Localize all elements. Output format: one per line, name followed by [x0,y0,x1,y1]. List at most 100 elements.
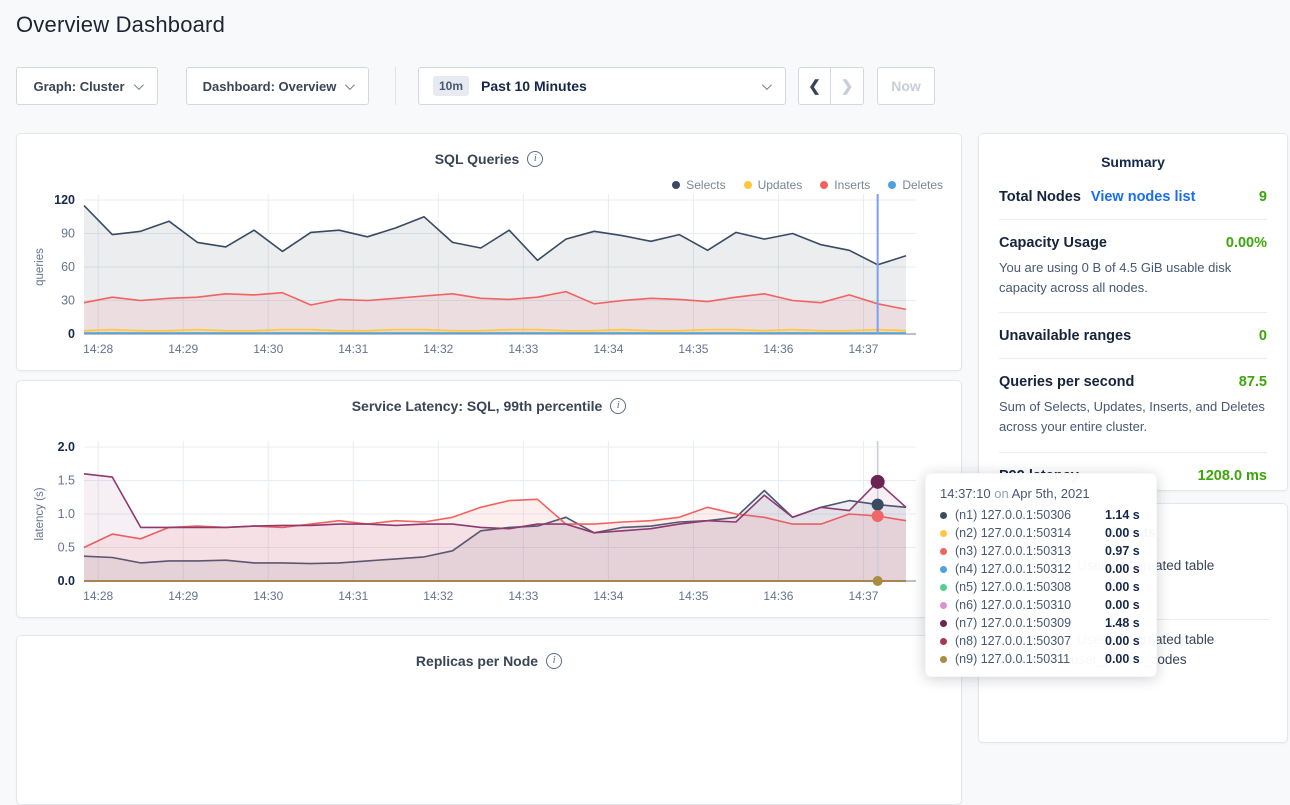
summary-row-total-nodes: Total Nodes View nodes list 9 [999,174,1267,220]
dashboard-dropdown-label: Dashboard: Overview [203,79,337,94]
svg-text:2.0: 2.0 [58,440,75,454]
dashboard-dropdown[interactable]: Dashboard: Overview [186,67,369,105]
tooltip-node-row: (n8) 127.0.0.1:503070.00 s [940,632,1142,650]
summary-title: Summary [979,134,1287,170]
svg-text:120: 120 [54,193,75,207]
toolbar-divider [395,67,396,105]
tooltip-date: Apr 5th, 2021 [1012,486,1090,501]
svg-text:1.0: 1.0 [58,507,75,521]
svg-text:14:33: 14:33 [508,342,538,356]
node-color-dot-icon [940,566,947,573]
qps-value: 87.5 [1239,374,1267,390]
node-color-dot-icon [940,620,947,627]
node-color-dot-icon [940,656,947,663]
time-range-selector[interactable]: 10m Past 10 Minutes [418,67,786,105]
svg-text:14:30: 14:30 [253,342,283,356]
time-forward-button: ❯ [831,67,864,105]
tooltip-node-address: (n9) 127.0.0.1:50311 [955,652,1105,666]
qps-label: Queries per second [999,374,1134,390]
capacity-value: 0.00% [1226,235,1267,251]
time-nav-group: ❮ ❯ [798,67,864,105]
tooltip-node-value: 0.00 s [1105,562,1140,576]
sql-queries-chart[interactable]: 14:2814:2914:3014:3114:3214:3314:3414:35… [17,184,963,364]
tooltip-node-row: (n5) 127.0.0.1:503080.00 s [940,578,1142,596]
info-icon[interactable]: i [610,398,626,414]
service-latency-chart[interactable]: 14:2814:2914:3014:3114:3214:3314:3414:35… [17,431,963,611]
tooltip-node-address: (n3) 127.0.0.1:50313 [955,544,1105,558]
tooltip-node-value: 0.97 s [1105,544,1140,558]
tooltip-header: 14:37:10 on Apr 5th, 2021 [940,486,1142,501]
controls-bar: Graph: Cluster Dashboard: Overview 10m P… [16,67,935,105]
service-latency-card: Service Latency: SQL, 99th percentile i … [16,380,962,618]
summary-row-capacity: Capacity Usage 0.00% You are using 0 B o… [999,220,1267,313]
svg-text:14:37: 14:37 [848,342,878,356]
now-button: Now [877,67,935,105]
svg-text:14:29: 14:29 [168,342,198,356]
svg-text:14:32: 14:32 [423,342,453,356]
svg-text:0: 0 [68,327,75,341]
svg-text:14:36: 14:36 [763,589,793,603]
node-color-dot-icon [940,548,947,555]
node-color-dot-icon [940,512,947,519]
svg-text:14:34: 14:34 [593,342,623,356]
chart-title-service-latency: Service Latency: SQL, 99th percentile [352,398,603,414]
tooltip-node-address: (n1) 127.0.0.1:50306 [955,508,1105,522]
tooltip-node-row: (n9) 127.0.0.1:503110.00 s [940,650,1142,668]
tooltip-rows: (n1) 127.0.0.1:503061.14 s(n2) 127.0.0.1… [940,506,1142,668]
tooltip-node-row: (n6) 127.0.0.1:503100.00 s [940,596,1142,614]
summary-row-qps: Queries per second 87.5 Sum of Selects, … [999,359,1267,452]
svg-text:14:29: 14:29 [168,589,198,603]
tooltip-node-value: 1.14 s [1105,508,1140,522]
tooltip-node-row: (n7) 127.0.0.1:503091.48 s [940,614,1142,632]
svg-text:queries: queries [34,248,46,286]
tooltip-node-address: (n5) 127.0.0.1:50308 [955,580,1105,594]
node-color-dot-icon [940,638,947,645]
info-icon[interactable]: i [527,151,543,167]
tooltip-node-address: (n8) 127.0.0.1:50307 [955,634,1105,648]
tooltip-node-value: 0.00 s [1105,598,1140,612]
svg-text:0.0: 0.0 [58,574,75,588]
summary-panel: Summary Total Nodes View nodes list 9 Ca… [978,133,1288,491]
summary-row-unavailable-ranges: Unavailable ranges 0 [999,313,1267,359]
unavailable-ranges-value: 0 [1259,328,1267,344]
chart-title-replicas: Replicas per Node [416,653,538,669]
info-icon[interactable]: i [546,653,562,669]
tooltip-node-row: (n4) 127.0.0.1:503120.00 s [940,560,1142,578]
replicas-per-node-card: Replicas per Node i [16,635,962,805]
graph-dropdown[interactable]: Graph: Cluster [16,67,158,105]
svg-text:14:35: 14:35 [678,589,708,603]
tooltip-node-row: (n2) 127.0.0.1:503140.00 s [940,524,1142,542]
chevron-down-icon [762,80,772,90]
tooltip-node-value: 0.00 s [1105,634,1140,648]
svg-text:14:31: 14:31 [338,589,368,603]
node-color-dot-icon [940,530,947,537]
svg-text:14:31: 14:31 [338,342,368,356]
tooltip-conjunction: on [994,486,1008,501]
time-back-button[interactable]: ❮ [798,67,831,105]
latency-chart-tooltip: 14:37:10 on Apr 5th, 2021 (n1) 127.0.0.1… [925,473,1157,677]
range-badge: 10m [433,76,469,96]
svg-text:14:28: 14:28 [83,342,113,356]
qps-description: Sum of Selects, Updates, Inserts, and De… [999,397,1267,437]
svg-text:14:36: 14:36 [763,342,793,356]
svg-text:14:33: 14:33 [508,589,538,603]
tooltip-node-row: (n3) 127.0.0.1:503130.97 s [940,542,1142,560]
total-nodes-label: Total Nodes [999,189,1081,205]
svg-text:30: 30 [61,294,75,308]
svg-text:14:28: 14:28 [83,589,113,603]
chevron-down-icon [133,80,143,90]
tooltip-node-address: (n4) 127.0.0.1:50312 [955,562,1105,576]
svg-text:90: 90 [61,227,75,241]
tooltip-node-value: 0.00 s [1105,652,1140,666]
tooltip-node-address: (n7) 127.0.0.1:50309 [955,616,1105,630]
svg-text:latency (s): latency (s) [34,487,46,540]
svg-text:0.5: 0.5 [58,541,75,555]
svg-text:14:34: 14:34 [593,589,623,603]
view-nodes-list-link[interactable]: View nodes list [1091,189,1196,205]
sql-queries-card: SQL Queries i SelectsUpdatesInsertsDelet… [16,133,962,371]
chevron-down-icon [345,80,355,90]
svg-text:1.5: 1.5 [58,474,75,488]
p99-latency-value: 1208.0 ms [1198,468,1267,484]
tooltip-node-address: (n2) 127.0.0.1:50314 [955,526,1105,540]
svg-text:60: 60 [61,260,75,274]
